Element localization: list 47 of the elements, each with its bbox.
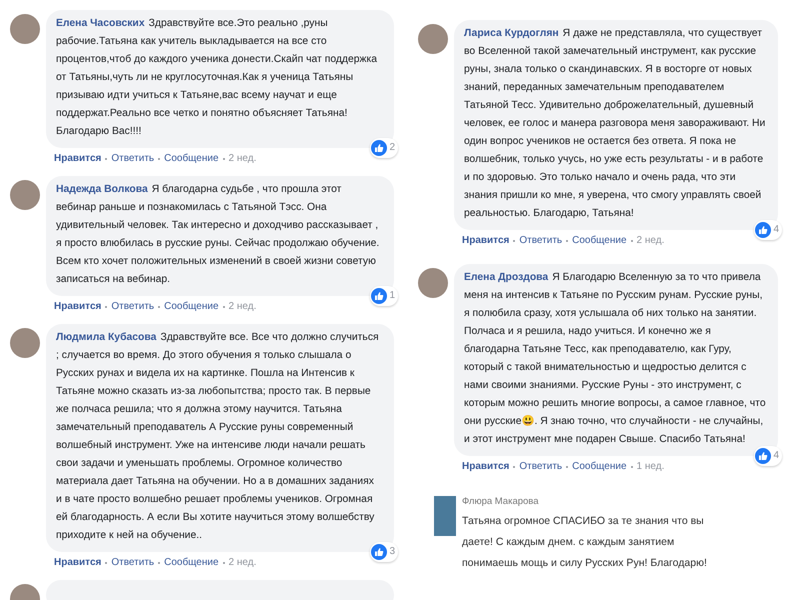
- reply-link[interactable]: Ответить: [519, 235, 562, 246]
- comment-text: Людмила Кубасова Здравствуйте все. Все что должно случиться ; случается во время. До этого обучения я только слышала о Русских рунах и видела их на картинке. Пошла на Интенсив к Татьяне можно сказать из-за любопытства; просто так. В первые же полчаса решила; что я должна этому научится. Татьяна замечательный преподаватель А Русские руны современный волшебный инструмент. Уже на интенсиве люди начали решать свои задачи и уменьшать проблемы. Огромное количество материала дает Татьяна на обучении. Но а в домашних заданиях и в чате просто волшебно решает проблемы учеников. Огромная ей благодарность. А если Вы хотите научиться этому волшебству приходите к ней на обучение..: [56, 331, 380, 543]
- like-link[interactable]: Нравится: [54, 557, 102, 568]
- like-link[interactable]: Нравится: [462, 235, 510, 246]
- like-link[interactable]: Нравится: [462, 461, 510, 472]
- comment-text: Лариса Курдоглян Я даже не представляла, что существует во Вселенной такой замечательный инструмент, как русские руны, знала только о скандинавских. Я в восторге от новых знаний, переданных замечательным преподавателем Татьяной Тесс. Удивительно доброжелательный, душевный человек, ее голос и манера разговора меня завораживают. Ни один вопрос учеников не остается без ответа. Я пока не волшебник, только учусь, но уже есть результаты - и в работе и по здоровью. Это только начало и очень рада, что эти знания пришли ко мне, я уверена, что смогу управлять своей реальностью. Благодарю, Татьяна!: [464, 27, 766, 221]
- timestamp: 1 нед.: [636, 461, 664, 472]
- avatar[interactable]: [10, 328, 40, 358]
- thumbs-up-icon: [371, 288, 388, 304]
- comment-text: Надежда Волкова Я благодарна судьбе , что прошла этот вебинар раньше и познакомилась с Татьяной Тэсс. Она удивительный человек. Так интересно и доходчиво рассказывает , я просто влюбилась в русские руны. Сейчас продолжаю обучение. Всем кто хочет положительных изменений в своей жизни советую записаться на вебинар.: [56, 183, 380, 287]
- comment-text: Елена Часовских Здравствуйте все.Это реально ,руны рабочие.Татьяна как учитель выкладывается на все сто процентов,чтоб до каждого ученика донести.Скайп чат поддержка от Татьяны,чуть ли не круглосуточная.Как я ученица Татьяны призываю идти учиться к Татьяне,вас всему научат и еще поддержат.Реально все четко и понятно объясняет Татьяна! Благодарю Вас!!!!: [56, 17, 378, 139]
- reaction-count: 1: [389, 289, 395, 303]
- message-link[interactable]: Сообщение: [164, 153, 219, 164]
- comment-author[interactable]: Лариса Курдоглян: [464, 28, 559, 39]
- reply-link[interactable]: Ответить: [111, 557, 154, 568]
- reaction-count: 4: [773, 223, 779, 237]
- reply-link[interactable]: Ответить: [519, 461, 562, 472]
- timestamp: 2 нед.: [228, 301, 256, 312]
- like-link[interactable]: Нравится: [54, 301, 102, 312]
- thumbs-up-icon: [371, 140, 388, 156]
- message-link[interactable]: Сообщение: [164, 557, 219, 568]
- comment-text: Татьяна огромное СПАСИБО за те знания что вы даете! С каждым днем. с каждым занятием понимаешь мощь и силу Русских Рун! Благодарю!: [462, 514, 708, 571]
- thumbs-up-icon: [371, 544, 388, 560]
- comment-author[interactable]: Флюра Макарова: [462, 496, 778, 507]
- reply-link[interactable]: Ответить: [111, 301, 154, 312]
- reaction-count: 2: [389, 141, 395, 155]
- comment-author[interactable]: Елена Часовских: [56, 18, 145, 29]
- timestamp: 2 нед.: [228, 557, 256, 568]
- message-link[interactable]: Сообщение: [572, 461, 627, 472]
- comment-author[interactable]: Елена Дроздова: [464, 272, 548, 283]
- avatar[interactable]: [418, 268, 448, 298]
- comment-text: Елена Дроздова Я Благодарю Вселенную за то что привела меня на интенсив к Татьяне по Русским рунам. Русские руны, я полюбила сразу, хотя услышала об них только на занятии. Полчаса и я решила, надо учиться. И конечно же я благодарна Татьяне Тесс, как преподавателю, как Гуру, который с такой внимательностью и щедростью делится с нами своими знаниями. Русские Руны - это инструмент, с которым можно решить многие вопросы, а самое главное, что они русские😃. Я знаю точно, что случайности - не случайны, и этот инструмент мне подарен Свыше. Спасибо Татьяна!: [464, 271, 766, 447]
- comment-author[interactable]: Людмила Кубасова: [56, 332, 156, 343]
- comment-author[interactable]: Надежда Волкова: [56, 184, 148, 195]
- reaction-count: 4: [773, 449, 779, 463]
- reaction-count: 3: [389, 545, 395, 559]
- thumbs-up-icon: [755, 448, 772, 464]
- message-link[interactable]: Сообщение: [164, 301, 219, 312]
- avatar[interactable]: [418, 24, 448, 54]
- reply-link[interactable]: Ответить: [111, 153, 154, 164]
- avatar[interactable]: [10, 14, 40, 44]
- thumbs-up-icon: [755, 222, 772, 238]
- timestamp: 2 нед.: [228, 153, 256, 164]
- like-link[interactable]: Нравится: [54, 153, 102, 164]
- timestamp: 2 нед.: [636, 235, 664, 246]
- message-link[interactable]: Сообщение: [572, 235, 627, 246]
- avatar[interactable]: [10, 180, 40, 210]
